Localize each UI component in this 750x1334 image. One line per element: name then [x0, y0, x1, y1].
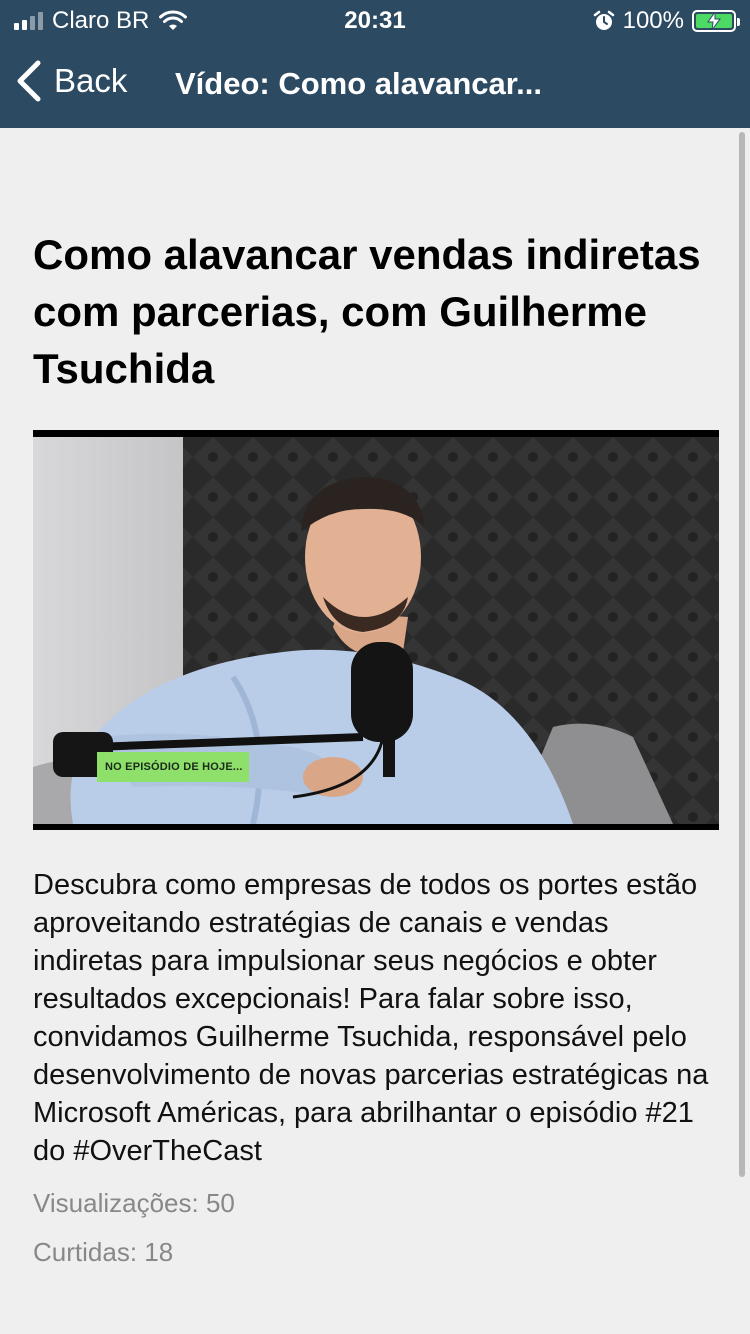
article-headline: Como alavancar vendas indiretas com parc…: [33, 231, 701, 392]
views-count: Visualizações: 50: [33, 1188, 235, 1218]
nav-title: Vídeo: Como alavancar...: [175, 66, 542, 101]
status-right: 100%: [593, 7, 740, 35]
battery-charging-icon: [692, 10, 740, 32]
status-bar: Claro BR 20:31 100%: [0, 0, 750, 40]
article-content: Como alavancar vendas indiretas com parc…: [33, 128, 719, 1268]
app-header: Claro BR 20:31 100% Back Vídeo: Como ala…: [0, 0, 750, 128]
navigation-bar: Back Vídeo: Como alavancar...: [0, 56, 750, 116]
chevron-left-icon: [17, 60, 41, 102]
video-caption-tag: NO EPISÓDIO DE HOJE...: [97, 752, 249, 782]
likes-count: Curtidas: 18: [33, 1237, 174, 1267]
article-description: Descubra como empresas de todos os porte…: [33, 869, 709, 1167]
back-button[interactable]: Back: [16, 60, 127, 102]
scrollbar[interactable]: [739, 132, 745, 1177]
alarm-icon: [593, 10, 614, 30]
back-label: Back: [54, 62, 128, 99]
video-player[interactable]: NO EPISÓDIO DE HOJE...: [33, 430, 719, 830]
battery-percent: 100%: [622, 7, 684, 34]
